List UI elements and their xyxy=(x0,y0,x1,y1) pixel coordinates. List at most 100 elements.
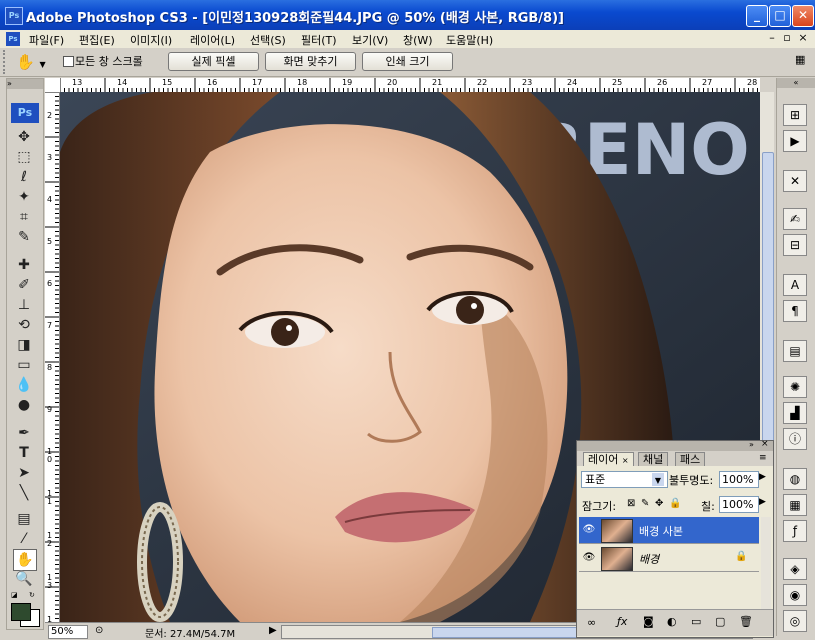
gradient-tool-icon[interactable]: ▭ xyxy=(13,355,35,375)
scroll-all-checkbox[interactable] xyxy=(63,56,74,67)
lock-transparent-icon[interactable]: ⊠ xyxy=(627,498,635,509)
maximize-button[interactable]: □ xyxy=(769,5,791,27)
paragraph-icon[interactable]: ¶ xyxy=(783,300,807,322)
tool-presets-icon[interactable]: ✕ xyxy=(783,170,807,192)
crop-tool-icon[interactable]: ⌗ xyxy=(13,207,35,227)
options-grip[interactable] xyxy=(3,50,9,74)
menu-file[interactable]: 파일(F) xyxy=(29,32,64,48)
status-menu-arrow[interactable]: ▶ xyxy=(269,625,277,636)
opacity-slider-arrow[interactable]: ▶ xyxy=(759,472,766,482)
layer-name[interactable]: 배경 사본 xyxy=(639,523,683,539)
doc-restore-button[interactable]: ▫ xyxy=(781,32,793,44)
layers-scrollbar[interactable] xyxy=(761,517,771,609)
layers-panel-titlebar[interactable]: » × xyxy=(577,439,773,451)
color-icon[interactable]: ✺ xyxy=(783,376,807,398)
hand-tool-icon[interactable]: ✋ xyxy=(13,549,37,571)
actual-pixels-button[interactable]: 실제 픽셀 xyxy=(168,52,259,71)
title-bar[interactable]: Ps Adobe Photoshop CS3 - [이민정130928회준필44… xyxy=(0,0,815,30)
notes-tool-icon[interactable]: ▤ xyxy=(13,509,35,529)
menu-image[interactable]: 이미지(I) xyxy=(130,32,172,48)
move-tool-icon[interactable]: ✥ xyxy=(13,127,35,147)
collapse-icon[interactable]: » xyxy=(749,440,754,449)
new-group-icon[interactable]: ▭ xyxy=(691,615,701,628)
path-select-tool-icon[interactable]: ➤ xyxy=(13,463,35,483)
layers-icon[interactable]: ◈ xyxy=(783,558,807,580)
healing-tool-icon[interactable]: ✚ xyxy=(13,255,35,275)
doc-close-button[interactable]: × xyxy=(797,32,809,44)
stamp-tool-icon[interactable]: ⊥ xyxy=(13,295,35,315)
lock-pixels-icon[interactable]: ✎ xyxy=(641,498,649,509)
ps-logo[interactable]: Ps xyxy=(11,103,39,123)
menu-window[interactable]: 창(W) xyxy=(403,32,433,48)
delete-layer-icon[interactable]: 🗑 xyxy=(739,615,753,628)
foreground-color-swatch[interactable] xyxy=(11,603,31,621)
menu-edit[interactable]: 편집(E) xyxy=(79,32,115,48)
hand-tool-icon[interactable]: ✋ ▼ xyxy=(16,52,50,72)
menu-view[interactable]: 보기(V) xyxy=(352,32,388,48)
swap-colors-icon[interactable]: ↻ xyxy=(29,591,37,599)
eyedropper-tool-icon[interactable]: ⁄ xyxy=(13,529,35,549)
default-colors-icon[interactable]: ◪ xyxy=(11,591,19,599)
marquee-tool-icon[interactable]: ⬚ xyxy=(13,147,35,167)
channels-icon[interactable]: ◉ xyxy=(783,584,807,606)
visibility-eye-icon[interactable]: 👁 xyxy=(582,551,596,565)
type-tool-icon[interactable]: T xyxy=(13,443,35,463)
info-panel-icon[interactable]: ⓘ xyxy=(783,428,807,450)
dock-collapse-icon[interactable]: « xyxy=(777,78,815,88)
fx-icon[interactable]: ƒ xyxy=(783,520,807,542)
dodge-tool-icon[interactable]: ● xyxy=(13,395,35,415)
zoom-field[interactable]: 50% xyxy=(48,625,88,639)
brush-tool-icon[interactable]: ✐ xyxy=(13,275,35,295)
clone-source-icon[interactable]: ⊟ xyxy=(783,234,807,256)
ruler-origin[interactable] xyxy=(45,78,61,93)
close-button[interactable]: ✕ xyxy=(792,5,814,27)
adjustment-layer-icon[interactable]: ◐ xyxy=(667,615,677,628)
opacity-input[interactable]: 100% xyxy=(719,471,759,488)
eraser-tool-icon[interactable]: ◨ xyxy=(13,335,35,355)
doc-minimize-button[interactable]: – xyxy=(766,32,778,44)
new-layer-icon[interactable]: ▢ xyxy=(715,615,725,628)
lock-position-icon[interactable]: ✥ xyxy=(655,498,663,509)
slice-tool-icon[interactable]: ✎ xyxy=(13,227,35,247)
blur-tool-icon[interactable]: 💧 xyxy=(13,375,35,395)
print-size-button[interactable]: 인쇄 크기 xyxy=(362,52,453,71)
menu-help[interactable]: 도움말(H) xyxy=(446,32,493,48)
left-ruler[interactable]: 234567891 01 11 21 31 4 xyxy=(45,92,60,622)
layer-name[interactable]: 배경 xyxy=(639,551,659,567)
layer-row-background[interactable]: 👁 배경 🔒 xyxy=(579,545,759,572)
palette-well-icon[interactable]: ▦ xyxy=(795,53,809,69)
fit-screen-button[interactable]: 화면 맞추기 xyxy=(265,52,356,71)
lasso-tool-icon[interactable]: ℓ xyxy=(13,167,35,187)
top-ruler[interactable]: 13 14 15 16 17 18 19 20 21 22 23 24 25 26 27 28 xyxy=(60,78,760,93)
zoom-tool-icon[interactable]: 🔍 xyxy=(13,569,35,589)
minimize-button[interactable]: _ xyxy=(746,5,768,27)
tab-close-icon[interactable]: × xyxy=(622,456,629,465)
chevron-down-icon[interactable]: ▼ xyxy=(652,473,664,486)
blend-mode-select[interactable]: 표준 ▼ xyxy=(581,471,668,488)
link-layers-icon[interactable]: ∞ xyxy=(587,616,596,629)
status-nav-icon[interactable]: ⊙ xyxy=(95,625,103,636)
brushes-icon[interactable]: ✍ xyxy=(783,208,807,230)
document-ps-icon[interactable]: Ps xyxy=(6,32,20,46)
panel-menu-icon[interactable]: ≡ xyxy=(759,453,767,463)
tools-collapse-icon[interactable]: » xyxy=(7,79,43,89)
history-brush-tool-icon[interactable]: ⟲ xyxy=(13,315,35,335)
tab-layers[interactable]: 레이어 × xyxy=(583,452,634,466)
scroll-thumb[interactable] xyxy=(762,152,774,464)
menu-layer[interactable]: 레이어(L) xyxy=(190,32,235,48)
paths-icon[interactable]: ◎ xyxy=(783,610,807,632)
fill-input[interactable]: 100% xyxy=(719,496,759,513)
fx-layer-style-icon[interactable]: ƒx xyxy=(617,615,627,628)
info-icon[interactable]: ▶ xyxy=(783,130,807,152)
lock-all-icon[interactable]: 🔒 xyxy=(669,498,681,509)
pen-tool-icon[interactable]: ✒ xyxy=(13,423,35,443)
character-icon[interactable]: A xyxy=(783,274,807,296)
visibility-eye-icon[interactable]: 👁 xyxy=(582,523,596,537)
histogram-icon[interactable]: ▟ xyxy=(783,402,807,424)
fill-slider-arrow[interactable]: ▶ xyxy=(759,497,766,507)
actions-icon[interactable]: ▤ xyxy=(783,340,807,362)
tab-paths[interactable]: 패스 xyxy=(675,452,706,466)
styles-icon[interactable]: ▦ xyxy=(783,494,807,516)
swatches-icon[interactable]: ◍ xyxy=(783,468,807,490)
tab-channels[interactable]: 채널 xyxy=(638,452,669,466)
